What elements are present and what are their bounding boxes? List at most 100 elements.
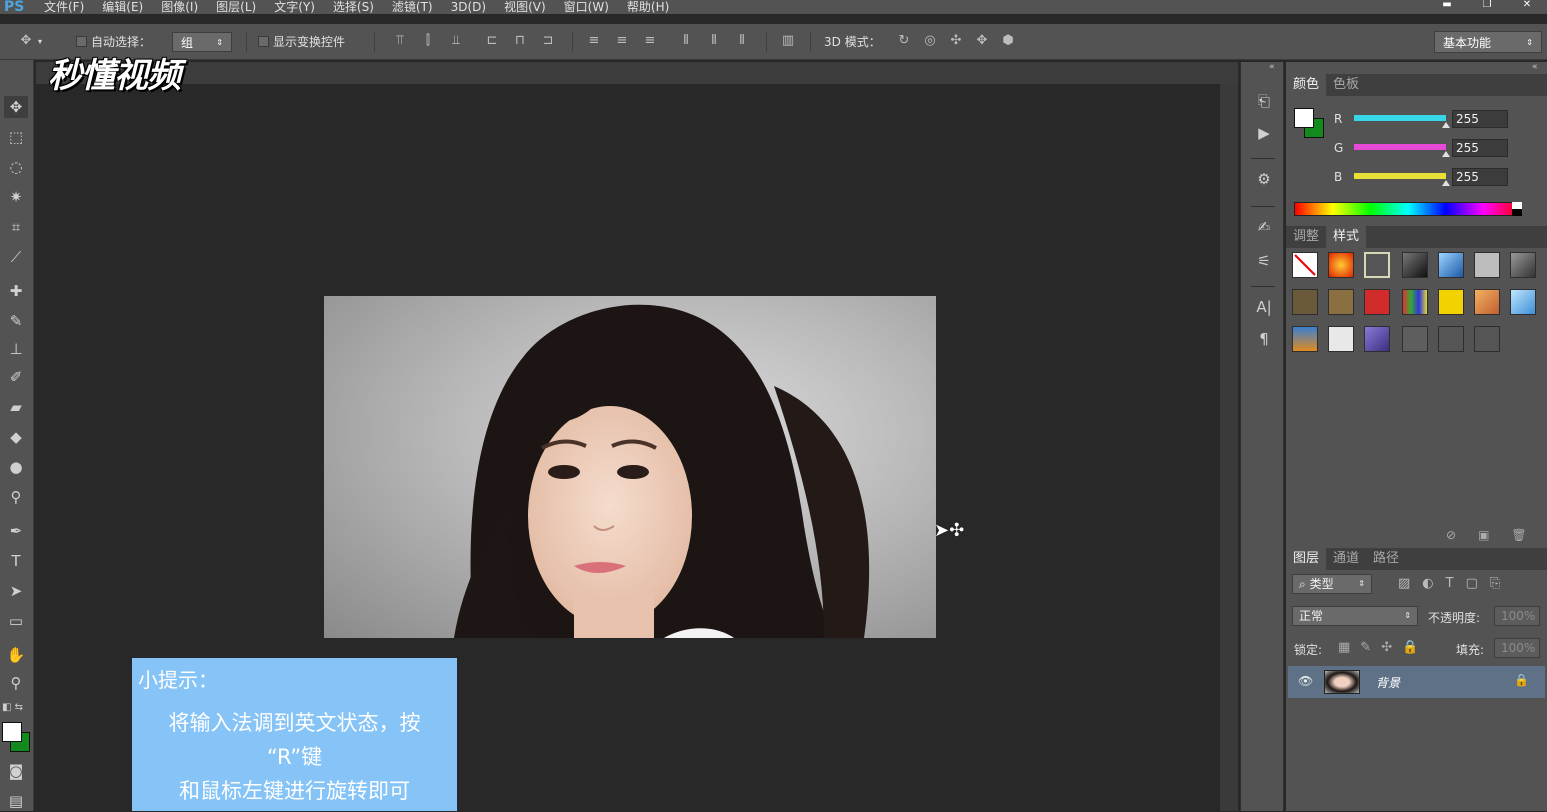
close-button[interactable]: ✕ — [1507, 0, 1547, 10]
panel-foreground-swatch[interactable] — [1294, 108, 1314, 128]
restore-button[interactable]: ❐ — [1467, 0, 1507, 10]
tab-layers[interactable]: 图层 — [1286, 548, 1327, 570]
style-swatch-9[interactable] — [1328, 289, 1354, 315]
menu-edit[interactable]: 编辑(E) — [102, 1, 143, 13]
tab-channels[interactable]: 通道 — [1326, 548, 1366, 570]
style-swatch-18[interactable] — [1402, 326, 1428, 352]
quick-mask-icon[interactable]: ◙ — [4, 760, 28, 782]
layer-row[interactable]: 👁 背景 🔒 — [1288, 666, 1545, 698]
healing-brush-tool-icon[interactable]: ✚ — [4, 280, 28, 302]
style-swatch-2[interactable] — [1328, 252, 1354, 278]
style-swatch-17[interactable] — [1364, 326, 1390, 352]
green-value-input[interactable]: 255 — [1452, 139, 1508, 157]
menu-image[interactable]: 图像(I) — [161, 1, 198, 13]
marquee-tool-icon[interactable]: ⬚ — [4, 126, 28, 148]
distribute-left-icon[interactable]: ⦀ — [678, 33, 694, 49]
menu-layer[interactable]: 图层(L) — [216, 1, 256, 13]
menu-filter[interactable]: 滤镜(T) — [392, 1, 433, 13]
align-bottom-icon[interactable]: ⫫ — [448, 33, 464, 49]
layer-name[interactable]: 背景 — [1376, 674, 1400, 691]
menu-type[interactable]: 文字(Y) — [274, 1, 315, 13]
red-value-input[interactable]: 255 — [1452, 110, 1508, 128]
clone-stamp-tool-icon[interactable]: ⊥ — [4, 338, 28, 360]
crop-tool-icon[interactable]: ⌗ — [4, 216, 28, 238]
blue-knob[interactable] — [1442, 180, 1450, 186]
lasso-tool-icon[interactable]: ◌ — [4, 156, 28, 178]
zoom-tool-icon[interactable]: ⚲ — [4, 672, 28, 694]
character-panel-icon[interactable]: A| — [1253, 296, 1275, 318]
align-hcenter-icon[interactable]: ⊓ — [512, 33, 528, 49]
distribute-bottom-icon[interactable]: ≡ — [642, 33, 658, 49]
document-photo[interactable] — [324, 296, 936, 638]
eraser-tool-icon[interactable]: ▰ — [4, 396, 28, 418]
paragraph-panel-icon[interactable]: ¶ — [1253, 328, 1275, 350]
style-swatch-5[interactable] — [1438, 252, 1464, 278]
eye-icon[interactable]: 👁 — [1298, 674, 1313, 688]
red-knob[interactable] — [1442, 122, 1450, 128]
filter-adjustment-icon[interactable]: ◐ — [1422, 576, 1433, 591]
style-swatch-12[interactable] — [1438, 289, 1464, 315]
path-selection-tool-icon[interactable]: ➤ — [4, 580, 28, 602]
blue-slider[interactable] — [1354, 173, 1446, 179]
lock-all-icon[interactable]: 🔒 — [1402, 640, 1418, 655]
menu-select[interactable]: 选择(S) — [333, 1, 374, 13]
show-transform-checkbox[interactable] — [258, 36, 269, 47]
tab-styles[interactable]: 样式 — [1326, 226, 1367, 248]
tab-adjustments[interactable]: 调整 — [1286, 226, 1326, 248]
style-swatch-14[interactable] — [1510, 289, 1536, 315]
filter-pixel-icon[interactable]: ▨ — [1398, 576, 1410, 591]
style-swatch-8[interactable] — [1292, 289, 1318, 315]
move-tool-preset[interactable]: ✥ ▾ — [18, 33, 42, 49]
style-swatch-10[interactable] — [1364, 289, 1390, 315]
align-top-icon[interactable]: ⫪ — [392, 33, 408, 49]
tab-swatches[interactable]: 色板 — [1326, 74, 1366, 96]
lock-pixels-icon[interactable]: ✎ — [1360, 640, 1371, 655]
align-vcenter-icon[interactable]: ⫿ — [420, 33, 436, 49]
actions-panel-icon[interactable]: ▶ — [1253, 122, 1275, 144]
green-knob[interactable] — [1442, 151, 1450, 157]
hand-tool-icon[interactable]: ✋ — [4, 644, 28, 666]
filter-type-icon[interactable]: T — [1446, 576, 1454, 591]
canvas-scrollbar[interactable] — [1220, 84, 1238, 811]
style-swatch-15[interactable] — [1292, 326, 1318, 352]
move-tool-icon[interactable]: ✥ — [4, 96, 28, 118]
layer-filter-dropdown[interactable]: ⌕ 类型 ⇕ — [1292, 574, 1372, 594]
history-panel-icon[interactable]: ⎗ — [1253, 90, 1275, 112]
blue-value-input[interactable]: 255 — [1452, 168, 1508, 186]
collapse-dock-icon[interactable]: « — [1269, 62, 1275, 72]
brush-tool-icon[interactable]: ✎ — [4, 310, 28, 332]
white-swatch-ramp[interactable] — [1512, 202, 1522, 209]
menu-3d[interactable]: 3D(D) — [451, 1, 486, 13]
workspace-dropdown[interactable]: 基本功能 ⇕ — [1434, 31, 1542, 53]
3d-scale-icon[interactable]: ⬢ — [1000, 33, 1016, 49]
new-style-icon[interactable]: ▣ — [1478, 528, 1489, 542]
distribute-right-icon[interactable]: ⦀ — [734, 33, 750, 49]
style-swatch-4[interactable] — [1402, 252, 1428, 278]
auto-select-checkbox[interactable] — [76, 36, 87, 47]
magic-wand-tool-icon[interactable]: ✷ — [4, 186, 28, 208]
rectangle-tool-icon[interactable]: ▭ — [4, 610, 28, 632]
menu-file[interactable]: 文件(F) — [44, 1, 84, 13]
filter-shape-icon[interactable]: ▢ — [1466, 576, 1478, 591]
color-spectrum-ramp[interactable] — [1294, 202, 1522, 216]
distribute-hcenter-icon[interactable]: ⦀ — [706, 33, 722, 49]
opacity-input[interactable]: 100% — [1494, 606, 1540, 626]
align-left-icon[interactable]: ⊏ — [484, 33, 500, 49]
blend-mode-dropdown[interactable]: 正常 ⇕ — [1292, 606, 1418, 626]
default-colors-icon[interactable]: ◧ ⇆ — [2, 702, 23, 713]
3d-pan-icon[interactable]: ✣ — [948, 33, 964, 49]
minimize-button[interactable]: ▬ — [1427, 0, 1467, 10]
collapse-panels-icon[interactable]: « — [1532, 62, 1538, 72]
3d-rotate-icon[interactable]: ↻ — [896, 33, 912, 49]
properties-panel-icon[interactable]: ⚙ — [1253, 168, 1275, 190]
auto-align-icon[interactable]: ▥ — [780, 33, 796, 49]
history-brush-tool-icon[interactable]: ✐ — [4, 366, 28, 388]
adjust-panel-icon[interactable]: ⚟ — [1253, 250, 1275, 272]
eyedropper-tool-icon[interactable]: ⟋ — [4, 246, 28, 268]
style-swatch-6[interactable] — [1474, 252, 1500, 278]
clear-style-icon[interactable]: ⊘ — [1446, 528, 1456, 542]
paint-bucket-tool-icon[interactable]: ◆ — [4, 426, 28, 448]
style-none-swatch[interactable] — [1292, 252, 1318, 278]
tab-color[interactable]: 颜色 — [1286, 74, 1327, 96]
style-swatch-13[interactable] — [1474, 289, 1500, 315]
